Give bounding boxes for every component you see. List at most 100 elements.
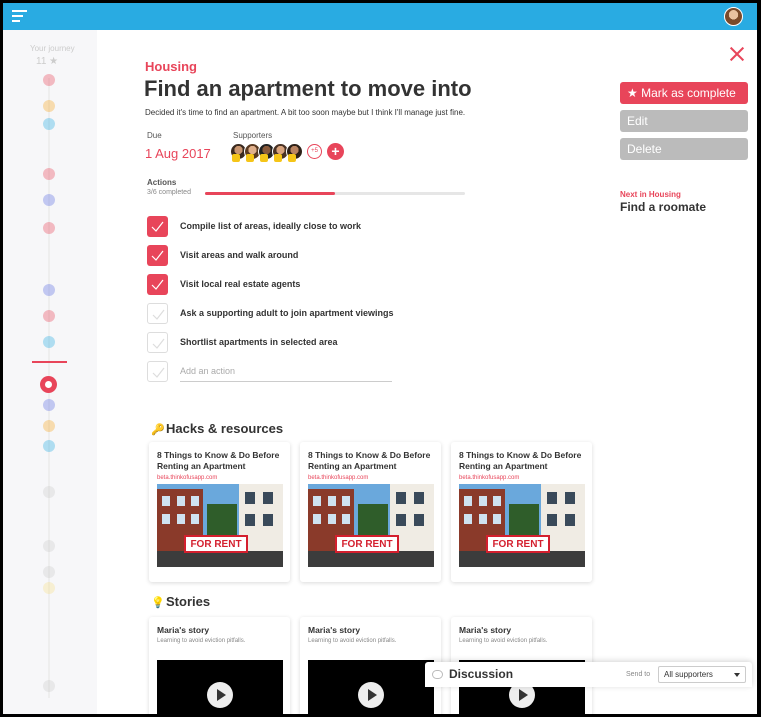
app-frame: Your journey 11 ★ Housing Find an apartm… (3, 3, 757, 714)
add-supporter-button[interactable]: + (327, 143, 344, 160)
journey-dot[interactable] (43, 194, 55, 206)
journey-dot[interactable] (43, 486, 55, 498)
journey-dot[interactable] (43, 336, 55, 348)
story-title: Maria's story (308, 625, 361, 635)
task-panel: Housing Find an apartment to move into D… (97, 30, 757, 714)
action-item: Visit local real estate agents (147, 274, 397, 296)
journey-dot[interactable] (43, 118, 55, 130)
journey-dot[interactable] (43, 222, 55, 234)
play-icon[interactable] (207, 682, 233, 708)
user-avatar[interactable] (724, 7, 743, 26)
journey-dot-active[interactable] (40, 376, 57, 393)
add-action-row: Add an action (147, 361, 397, 383)
resource-image: FOR RENT (157, 484, 283, 567)
send-to-label: Send to (626, 671, 651, 678)
due-date[interactable]: 1 Aug 2017 (145, 146, 211, 161)
story-subtitle: Learning to avoid eviction pitfalls. (459, 638, 548, 644)
action-label: Compile list of areas, ideally close to … (180, 221, 362, 231)
actions-count: 3/6 completed (147, 189, 191, 196)
mark-complete-button[interactable]: ★ Mark as complete (620, 82, 748, 104)
action-label: Ask a supporting adult to join apartment… (180, 308, 394, 318)
add-action-checkbox[interactable] (147, 361, 168, 382)
hamburger-icon[interactable] (12, 10, 27, 23)
play-icon[interactable] (358, 682, 384, 708)
actions-label: Actions (147, 178, 177, 187)
task-description: Decided it's time to find an apartment. … (145, 108, 466, 117)
resource-url[interactable]: beta.thinkofusapp.com (308, 475, 368, 481)
story-subtitle: Learning to avoid eviction pitfalls. (308, 638, 397, 644)
next-task-label: Next in Housing (620, 190, 681, 199)
for-rent-sign: FOR RENT (341, 539, 393, 550)
journey-dot[interactable] (43, 420, 55, 432)
journey-dot[interactable] (43, 74, 55, 86)
add-action-underline (180, 381, 392, 382)
action-item: Shortlist apartments in selected area (147, 332, 397, 354)
journey-dot[interactable] (43, 540, 55, 552)
action-item: Visit areas and walk around (147, 245, 397, 267)
action-checkbox[interactable] (147, 245, 168, 266)
for-rent-sign: FOR RENT (492, 539, 544, 550)
action-label: Visit local real estate agents (180, 279, 301, 289)
action-checkbox[interactable] (147, 332, 168, 353)
journey-dot[interactable] (43, 440, 55, 452)
action-label: Shortlist apartments in selected area (180, 337, 338, 347)
supporters-label: Supporters (233, 131, 273, 140)
thumbs-up-icon (246, 154, 254, 162)
top-bar (3, 3, 757, 30)
add-action-input[interactable]: Add an action (180, 366, 235, 376)
resource-card[interactable]: 8 Things to Know & Do Before Renting an … (300, 442, 441, 582)
close-icon[interactable] (729, 46, 745, 62)
action-checkbox[interactable] (147, 303, 168, 324)
supporters-more-badge[interactable]: +5 (307, 144, 322, 159)
journey-dot[interactable] (43, 284, 55, 296)
action-checkbox[interactable] (147, 274, 168, 295)
actions-progress-bar (205, 192, 465, 195)
story-card[interactable]: Maria's story Learning to avoid eviction… (300, 617, 441, 714)
action-checkbox[interactable] (147, 216, 168, 237)
story-video[interactable] (157, 660, 283, 714)
thumbs-up-icon (274, 154, 282, 162)
for-rent-sign: FOR RENT (190, 539, 242, 550)
lightbulb-icon: 💡 (151, 597, 165, 609)
story-title: Maria's story (459, 625, 512, 635)
resource-url[interactable]: beta.thinkofusapp.com (157, 475, 217, 481)
thumbs-up-icon (232, 154, 240, 162)
journey-dot[interactable] (43, 168, 55, 180)
story-subtitle: Learning to avoid eviction pitfalls. (157, 638, 246, 644)
resource-card[interactable]: 8 Things to Know & Do Before Renting an … (451, 442, 592, 582)
story-card[interactable]: Maria's story Learning to avoid eviction… (149, 617, 290, 714)
next-task-link[interactable]: Find a roomate (620, 200, 706, 214)
key-icon: 🔑 (151, 424, 165, 436)
stories-section-title: 💡Stories (151, 594, 210, 609)
journey-dot[interactable] (43, 399, 55, 411)
story-video[interactable] (308, 660, 434, 714)
task-category: Housing (145, 59, 197, 74)
hacks-section-title: 🔑Hacks & resources (151, 421, 283, 436)
resource-url[interactable]: beta.thinkofusapp.com (459, 475, 519, 481)
current-marker (32, 361, 67, 363)
discussion-title[interactable]: Discussion (449, 667, 513, 681)
send-to-select[interactable]: All supporters (658, 666, 746, 683)
resource-title: 8 Things to Know & Do Before Renting an … (157, 450, 280, 471)
page-title: Find an apartment to move into (144, 76, 472, 101)
journey-dot[interactable] (43, 310, 55, 322)
send-to-value: All supporters (664, 670, 713, 679)
chevron-down-icon (734, 673, 740, 677)
journey-dot[interactable] (43, 680, 55, 692)
thumbs-up-icon (260, 154, 268, 162)
stories-title-text: Stories (166, 594, 211, 609)
journey-dot[interactable] (43, 566, 55, 578)
hacks-title-text: Hacks & resources (166, 421, 284, 436)
resource-title: 8 Things to Know & Do Before Renting an … (459, 450, 582, 471)
journey-dot[interactable] (43, 582, 55, 594)
resource-card[interactable]: 8 Things to Know & Do Before Renting an … (149, 442, 290, 582)
action-label: Visit areas and walk around (180, 250, 299, 260)
journey-sidebar: Your journey 11 ★ (3, 30, 97, 714)
journey-count: 11 ★ (36, 56, 59, 67)
delete-button[interactable]: Delete (620, 138, 748, 160)
due-label: Due (147, 131, 162, 140)
journey-dot[interactable] (43, 100, 55, 112)
action-item: Ask a supporting adult to join apartment… (147, 303, 397, 325)
edit-button[interactable]: Edit (620, 110, 748, 132)
resource-image: FOR RENT (459, 484, 585, 567)
